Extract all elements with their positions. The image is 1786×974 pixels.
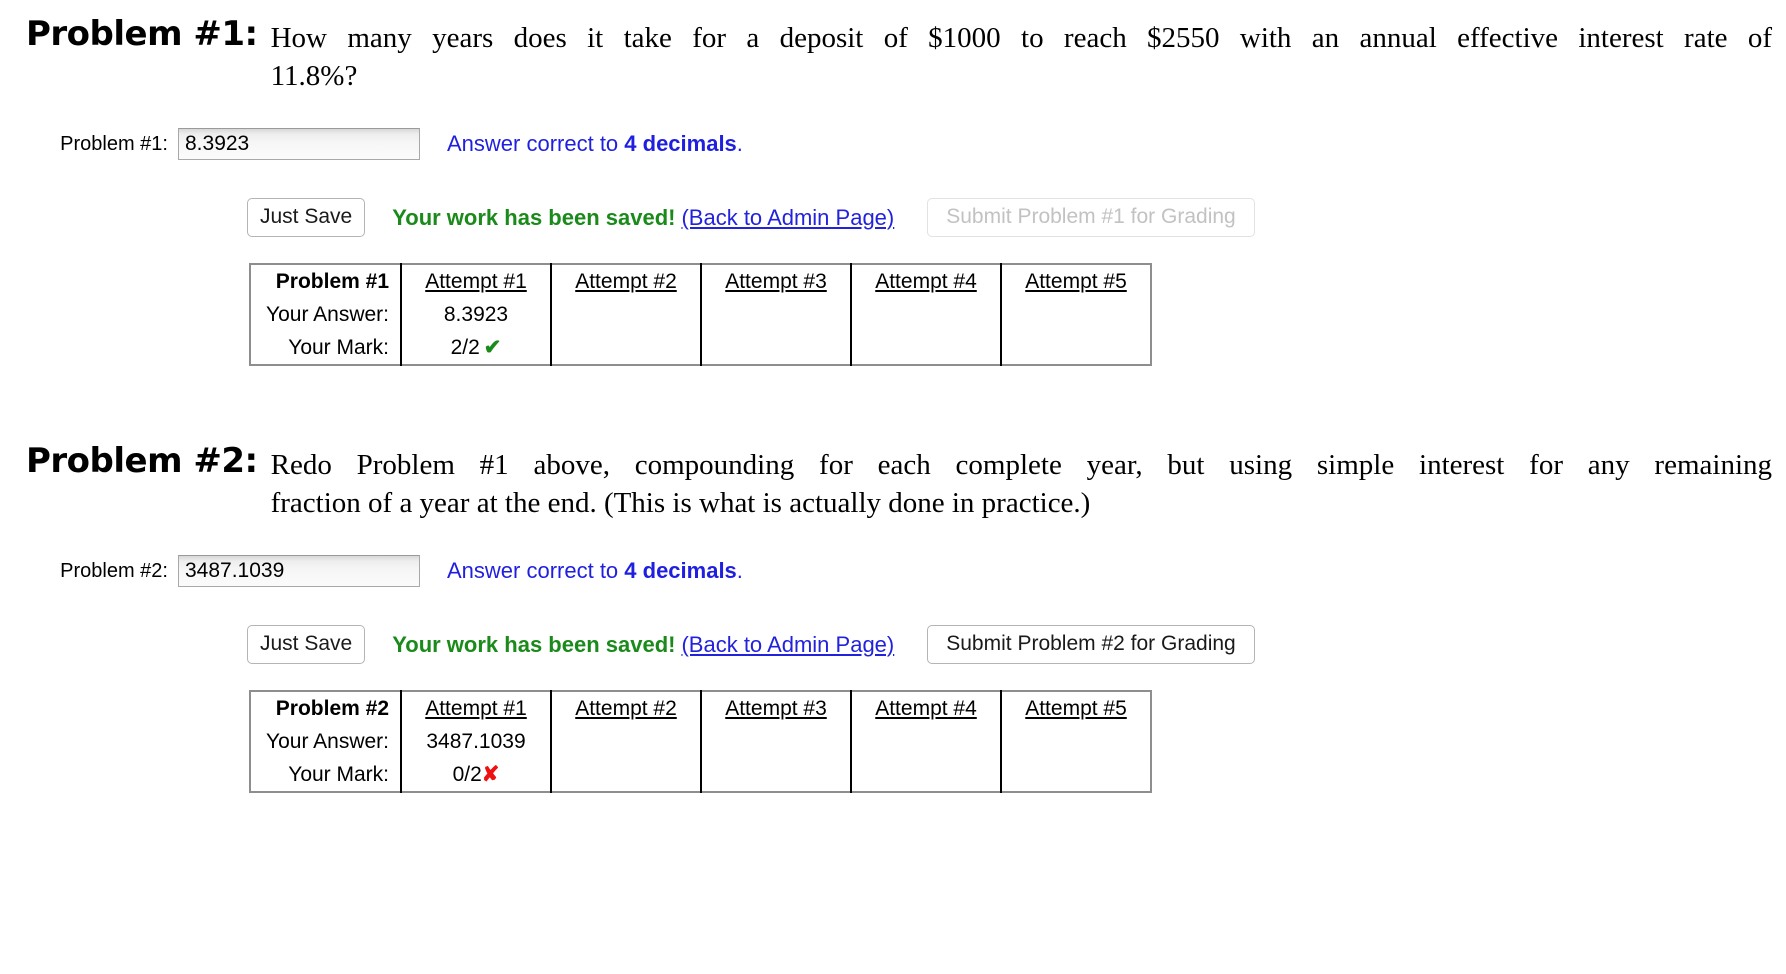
- hint-suffix: .: [736, 558, 743, 583]
- hint-emphasis: 4 decimals: [624, 131, 737, 156]
- attempt-header-label: Attempt #1: [425, 269, 527, 293]
- answer-cell-5: [1000, 725, 1151, 758]
- action-row-1: Just Save Your work has been saved! (Back…: [0, 198, 1786, 237]
- mark-cell-4: [850, 331, 1001, 365]
- attempt-header-label: Attempt #5: [1025, 269, 1127, 293]
- table-row-your-mark: Your Mark: 0/2✘: [250, 758, 1151, 792]
- attempts-table-1: Problem #1 Attempt #1 Attempt #2 Attempt…: [249, 263, 1152, 366]
- problem-statement-1: Problem #1: How many years does it take …: [0, 12, 1786, 95]
- answer-field-label: Problem #2:: [60, 559, 168, 582]
- back-to-admin-page-link[interactable]: (Back to Admin Page): [681, 632, 894, 657]
- hint-prefix: Answer correct to: [447, 131, 625, 156]
- problem-statement-2: Problem #2: Redo Problem #1 above, compo…: [0, 439, 1786, 522]
- problem-statement-line-2: 11.8%?: [270, 60, 358, 92]
- problem-block-2: Problem #2: Redo Problem #1 above, compo…: [0, 366, 1786, 793]
- attempt-header-label: Attempt #3: [725, 696, 827, 720]
- mark-value: 2/2: [450, 336, 480, 359]
- attempt-header-label: Attempt #2: [575, 696, 677, 720]
- attempt-header-2: Attempt #2: [550, 264, 701, 298]
- submit-for-grading-button-1[interactable]: Submit Problem #1 for Grading: [927, 198, 1255, 237]
- just-save-button[interactable]: Just Save: [247, 625, 366, 664]
- answer-input-problem-2[interactable]: [178, 555, 420, 587]
- table-row-headers: Problem #2 Attempt #1 Attempt #2 Attempt…: [250, 691, 1151, 725]
- problem-body-text: How many years does it take for a deposi…: [258, 12, 1786, 95]
- answer-row-2: Problem #2: Answer correct to 4 decimals…: [0, 555, 1786, 587]
- answer-precision-hint: Answer correct to 4 decimals.: [447, 131, 743, 157]
- answer-cell-4: [850, 298, 1001, 331]
- saved-status-text: Your work has been saved!: [392, 631, 676, 657]
- mark-cell-2: [550, 331, 701, 365]
- mark-cell-5: [1000, 331, 1151, 365]
- table-row-your-mark: Your Mark: 2/2 ✔: [250, 331, 1151, 365]
- hint-prefix: Answer correct to: [447, 558, 625, 583]
- mark-cell-1: 2/2 ✔: [400, 331, 551, 365]
- row-label-your-mark: Your Mark:: [288, 335, 389, 359]
- attempt-header-4: Attempt #4: [850, 691, 1001, 725]
- mark-cell-3: [700, 331, 851, 365]
- mark-cell-2: [550, 758, 701, 792]
- attempts-table-corner-label: Problem #1: [275, 269, 389, 293]
- attempt-header-3: Attempt #3: [700, 691, 851, 725]
- saved-status-text: Your work has been saved!: [392, 204, 676, 230]
- saved-status-message: Your work has been saved! (Back to Admin …: [392, 205, 894, 231]
- problem-statement-line-1: How many years does it take for a deposi…: [270, 22, 1772, 54]
- attempt-header-1: Attempt #1: [400, 691, 551, 725]
- mark-cell-1: 0/2✘: [400, 758, 551, 792]
- problem-statement-line-2: fraction of a year at the end. (This is …: [270, 487, 1091, 519]
- correct-check-icon: ✔: [483, 336, 502, 359]
- attempt-header-label: Attempt #4: [875, 269, 977, 293]
- table-row-your-answer: Your Answer: 8.3923: [250, 298, 1151, 331]
- row-label-your-answer: Your Answer:: [266, 302, 389, 326]
- answer-cell-1: 3487.1039: [400, 725, 551, 758]
- answer-cell-4: [850, 725, 1001, 758]
- hint-suffix: .: [736, 131, 743, 156]
- mark-cell-3: [700, 758, 851, 792]
- attempt-header-5: Attempt #5: [1000, 264, 1151, 298]
- answer-row-1: Problem #1: Answer correct to 4 decimals…: [0, 128, 1786, 160]
- submit-for-grading-button-2[interactable]: Submit Problem #2 for Grading: [927, 625, 1255, 664]
- answer-cell-3: [700, 725, 851, 758]
- answer-input-problem-1[interactable]: [178, 128, 420, 160]
- problem-statement-line-1: Redo Problem #1 above, compounding for e…: [270, 449, 1772, 481]
- answer-cell-1: 8.3923: [400, 298, 551, 331]
- table-row-your-answer: Your Answer: 3487.1039: [250, 725, 1151, 758]
- attempt-header-4: Attempt #4: [850, 264, 1001, 298]
- answer-field-label: Problem #1:: [60, 132, 168, 155]
- problem-heading: Problem #2:: [26, 441, 258, 481]
- mark-value: 0/2: [452, 763, 482, 786]
- attempt-header-5: Attempt #5: [1000, 691, 1151, 725]
- just-save-button[interactable]: Just Save: [247, 198, 366, 237]
- saved-status-message: Your work has been saved! (Back to Admin …: [392, 632, 894, 658]
- problem-heading: Problem #1:: [26, 14, 258, 54]
- attempt-header-label: Attempt #1: [425, 696, 527, 720]
- answer-cell-2: [550, 725, 701, 758]
- mark-cell-5: [1000, 758, 1151, 792]
- attempt-header-label: Attempt #4: [875, 696, 977, 720]
- row-label-your-answer: Your Answer:: [266, 729, 389, 753]
- back-to-admin-page-link[interactable]: (Back to Admin Page): [681, 205, 894, 230]
- attempts-table-2: Problem #2 Attempt #1 Attempt #2 Attempt…: [249, 690, 1152, 793]
- mark-cell-4: [850, 758, 1001, 792]
- hint-emphasis: 4 decimals: [624, 558, 737, 583]
- attempt-header-label: Attempt #3: [725, 269, 827, 293]
- attempts-table-wrap-1: Problem #1 Attempt #1 Attempt #2 Attempt…: [0, 263, 1786, 366]
- table-row-headers: Problem #1 Attempt #1 Attempt #2 Attempt…: [250, 264, 1151, 298]
- action-row-2: Just Save Your work has been saved! (Back…: [0, 625, 1786, 664]
- attempt-header-label: Attempt #5: [1025, 696, 1127, 720]
- attempts-table-corner-label: Problem #2: [275, 696, 389, 720]
- problem-block-1: Problem #1: How many years does it take …: [0, 0, 1786, 366]
- incorrect-cross-icon: ✘: [481, 763, 500, 786]
- row-label-your-mark: Your Mark:: [288, 762, 389, 786]
- attempt-header-1: Attempt #1: [400, 264, 551, 298]
- answer-precision-hint: Answer correct to 4 decimals.: [447, 558, 743, 584]
- answer-cell-3: [700, 298, 851, 331]
- attempts-table-wrap-2: Problem #2 Attempt #1 Attempt #2 Attempt…: [0, 690, 1786, 793]
- attempt-header-3: Attempt #3: [700, 264, 851, 298]
- attempt-header-2: Attempt #2: [550, 691, 701, 725]
- answer-cell-5: [1000, 298, 1151, 331]
- attempt-header-label: Attempt #2: [575, 269, 677, 293]
- problem-body-text: Redo Problem #1 above, compounding for e…: [258, 439, 1786, 522]
- answer-cell-2: [550, 298, 701, 331]
